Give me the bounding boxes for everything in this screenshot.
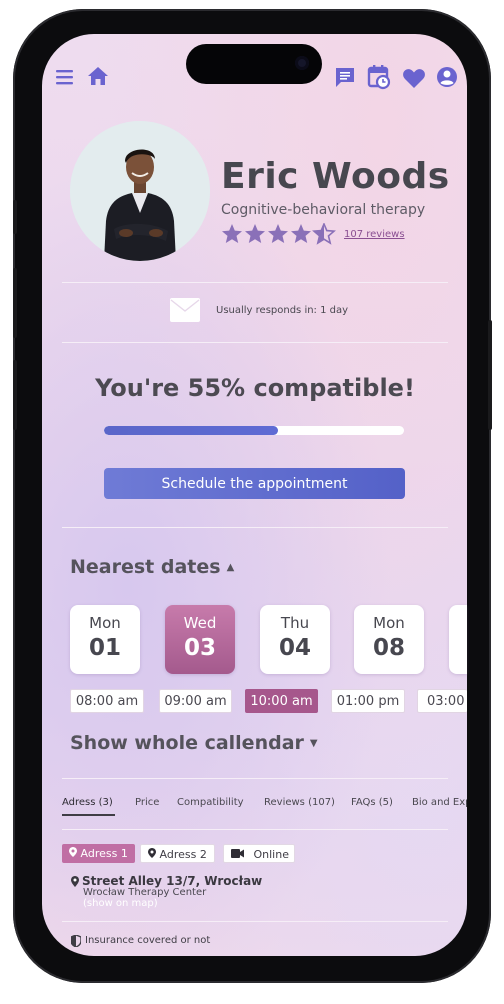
date-day-number: 01 [88,635,121,661]
tab-faqs[interactable]: FAQs (5) [351,797,393,808]
calendar-clock-icon[interactable] [367,64,391,90]
chip-label: Online [253,848,289,861]
divider [62,527,448,528]
compatibility-progress-bar [104,426,404,435]
divider [62,778,448,779]
chip-address-2[interactable]: Adress 2 [140,844,215,863]
active-tab-indicator [62,814,115,816]
therapist-photo [70,121,210,261]
divider [62,342,448,343]
date-card[interactable]: Mon 01 [70,605,140,674]
home-icon[interactable] [87,66,109,86]
nearest-dates-heading[interactable]: Nearest dates ▲ [70,556,234,578]
divider [62,921,448,922]
address-street: Street Alley 13/7, Wrocław [82,874,263,888]
date-day-name: Mon [89,614,121,632]
date-card[interactable]: Thu 04 [260,605,330,674]
tab-reviews[interactable]: Reviews (107) [264,797,335,808]
action-button [13,200,17,234]
star-icon [268,224,288,243]
caret-up-icon: ▲ [226,562,235,573]
power-button [488,320,492,430]
star-icon [291,224,311,243]
chip-label: Adress 2 [159,848,207,861]
envelope-icon [170,298,200,322]
caret-down-icon: ▼ [309,738,318,749]
chip-online[interactable]: Online [223,844,295,863]
date-card[interactable]: Mon 08 [354,605,424,674]
chip-address-1[interactable]: Adress 1 [62,844,135,863]
heart-icon[interactable] [402,67,426,89]
date-day-number: 03 [183,635,216,661]
show-calendar-label: Show whole callendar [70,732,304,754]
tab-bio[interactable]: Bio and Exp [412,797,467,808]
avatar [70,121,210,261]
divider [62,829,448,830]
date-card-selected[interactable]: Wed 03 [165,605,235,674]
map-pin-icon [71,876,79,887]
schedule-appointment-button[interactable]: Schedule the appointment [104,468,405,499]
menu-icon[interactable] [55,68,75,86]
star-icon [245,224,265,243]
response-time: Usually responds in: 1 day [216,305,349,316]
date-day-name: Wed [183,614,217,632]
date-day-number: 08 [372,635,405,661]
time-slot[interactable]: 01:00 pm [331,689,405,713]
account-icon[interactable] [436,66,458,88]
show-calendar-link[interactable]: Show whole callendar ▼ [70,732,318,754]
map-pin-icon [148,848,156,858]
therapist-specialty: Cognitive-behavioral therapy [221,202,426,218]
star-icon [222,224,242,243]
tab-compatibility[interactable]: Compatibility [177,797,244,808]
address-center: Wrocław Therapy Center [83,887,207,898]
therapist-name: Eric Woods [221,156,450,197]
date-day-name: Thu [280,614,310,632]
volume-down-button [13,360,17,430]
time-slot[interactable]: 08:00 am [70,689,144,713]
compatibility-headline: You're 55% compatible! [95,374,415,402]
date-day-number: 04 [278,635,311,661]
video-icon [231,849,244,858]
date-card-partial[interactable] [449,605,467,674]
map-pin-icon [69,847,77,857]
nearest-dates-label: Nearest dates [70,556,221,578]
shield-icon [71,935,81,947]
insurance-info: Insurance covered or not [85,935,211,946]
tab-address[interactable]: Adress (3) [62,797,113,808]
volume-up-button [13,268,17,338]
reviews-link[interactable]: 107 reviews [344,229,405,240]
date-day-name: Mon [373,614,405,632]
time-slot[interactable]: 09:00 am [159,689,232,713]
rating-stars [222,223,336,245]
time-slot-selected[interactable]: 10:00 am [245,689,318,713]
time-slot-partial[interactable]: 03:00 pm [417,689,467,713]
camera-icon [295,56,309,70]
divider [62,282,448,283]
chip-label: Adress 1 [80,847,128,860]
tab-price[interactable]: Price [135,797,159,808]
compatibility-progress-fill [104,426,278,435]
show-on-map-link[interactable]: (show on map) [83,898,158,909]
chat-icon[interactable] [334,66,356,88]
